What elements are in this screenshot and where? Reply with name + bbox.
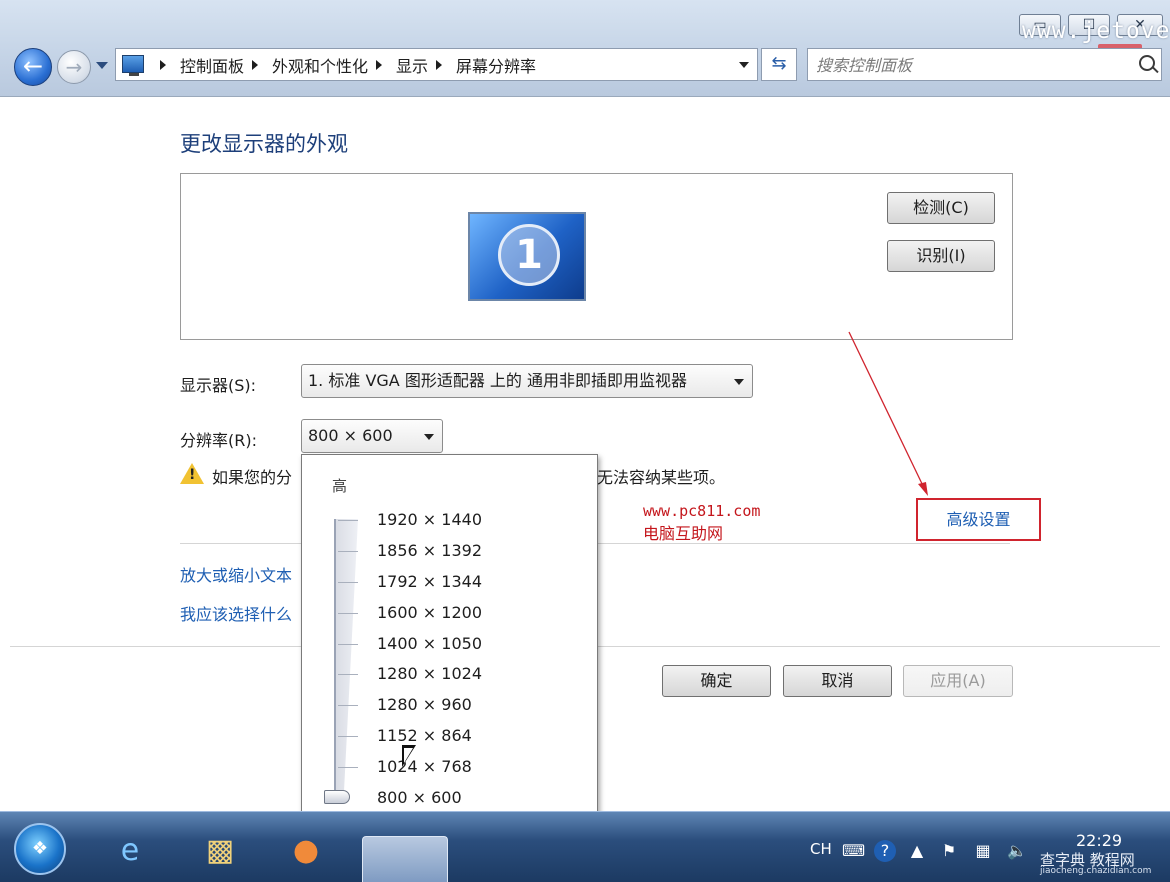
breadcrumb-control-panel[interactable]: 控制面板 — [180, 53, 244, 77]
display-select-value: 1. 标准 VGA 图形适配器 上的 通用非即插即用监视器 — [308, 371, 687, 390]
resolution-option[interactable]: 1920 × 1440 — [377, 510, 482, 529]
active-window-taskbar-button[interactable] — [362, 836, 448, 882]
resolution-option[interactable]: 1600 × 1200 — [377, 603, 482, 622]
text-size-link[interactable]: 放大或缩小文本 — [180, 562, 292, 586]
slider-tick — [338, 613, 358, 614]
advanced-settings-link[interactable]: 高级设置 — [918, 500, 1039, 539]
window-chrome: ▭ ☐ ✕ www.jetove 教育 ← → 控制面板 外观和个性化 显示 屏… — [0, 0, 1170, 97]
monitor-icon[interactable]: 1 — [468, 212, 586, 301]
resolution-slider-track[interactable] — [334, 519, 358, 799]
search-input[interactable] — [816, 53, 1116, 77]
warning-text-end: 无法容纳某些项。 — [597, 468, 726, 487]
breadcrumb-separator-icon[interactable] — [376, 59, 383, 70]
help-icon[interactable]: ? — [874, 840, 896, 862]
keyboard-icon[interactable]: ⌨ — [842, 840, 865, 862]
resolution-option[interactable]: 1280 × 1024 — [377, 664, 482, 683]
resolution-option[interactable]: 1280 × 960 — [377, 695, 472, 714]
monitor-preview-panel: 1 检测(C) 识别(I) — [180, 173, 1013, 340]
resolution-select-value: 800 × 600 — [308, 426, 393, 445]
slider-tick — [338, 674, 358, 675]
arrow-right-icon: → — [65, 55, 83, 79]
volume-muted-icon[interactable]: 🔈 — [1006, 840, 1028, 862]
address-bar[interactable]: 控制面板 外观和个性化 显示 屏幕分辨率 — [115, 48, 758, 81]
network-icon[interactable]: ▦ — [972, 840, 994, 862]
cancel-button[interactable]: 取消 — [783, 665, 892, 697]
forward-button[interactable]: → — [57, 50, 91, 84]
slider-tick — [338, 582, 358, 583]
resolution-slider-thumb[interactable] — [324, 790, 350, 804]
breadcrumb-display[interactable]: 显示 — [396, 53, 428, 77]
clock-time[interactable]: 22:29 — [1076, 831, 1122, 850]
control-panel-icon — [122, 55, 144, 76]
internet-explorer-icon[interactable]: e — [106, 828, 154, 874]
high-label: 高 — [332, 477, 348, 495]
resolution-option[interactable]: 1792 × 1344 — [377, 572, 482, 591]
chevron-down-icon — [734, 379, 744, 385]
page-title: 更改显示器的外观 — [180, 132, 348, 156]
breadcrumb: 控制面板 外观和个性化 显示 屏幕分辨率 — [152, 49, 536, 80]
warning-text-start: 如果您的分 — [212, 468, 293, 487]
explorer-folder-icon[interactable]: ▩ — [196, 828, 244, 874]
which-setting-link[interactable]: 我应该选择什么 — [180, 601, 292, 625]
slider-tick — [338, 736, 358, 737]
slider-tick — [338, 551, 358, 552]
action-center-flag-icon[interactable]: ⚑ — [938, 840, 960, 862]
display-label: 显示器(S): — [180, 376, 257, 395]
resolution-option[interactable]: 1152 × 864 — [377, 726, 472, 745]
resolution-option-selected[interactable]: 800 × 600 — [377, 788, 462, 807]
slider-tick — [338, 767, 358, 768]
input-language[interactable]: CH — [810, 840, 832, 858]
windows-logo-icon: ❖ — [31, 838, 49, 859]
start-button[interactable]: ❖ — [14, 823, 66, 875]
detect-button[interactable]: 检测(C) — [887, 192, 995, 224]
corner-watermark-url: jiaocheng.chazidian.com — [1040, 866, 1152, 876]
refresh-icon: ⇆ — [771, 53, 787, 74]
ok-button[interactable]: 确定 — [662, 665, 771, 697]
slider-tick — [338, 644, 358, 645]
back-button[interactable]: ← — [14, 48, 52, 86]
recent-pages-chevron-down-icon[interactable] — [96, 62, 108, 69]
watermark-url: www.pc811.com — [643, 502, 761, 520]
refresh-button[interactable]: ⇆ — [761, 48, 797, 81]
breadcrumb-separator-icon[interactable] — [252, 59, 259, 70]
resolution-option[interactable]: 1024 × 768 — [377, 757, 472, 776]
resolution-slider-rail — [334, 519, 336, 799]
resolution-option[interactable]: 1400 × 1050 — [377, 634, 482, 653]
taskbar — [0, 811, 1170, 882]
resolution-select[interactable]: 800 × 600 — [301, 419, 443, 453]
slider-tick — [338, 705, 358, 706]
search-box[interactable] — [807, 48, 1162, 81]
media-player-icon[interactable]: ● — [286, 828, 326, 874]
address-dropdown-chevron-down-icon[interactable] — [739, 62, 749, 68]
slider-tick — [338, 520, 358, 521]
breadcrumb-appearance[interactable]: 外观和个性化 — [272, 53, 368, 77]
breadcrumb-screen-resolution[interactable]: 屏幕分辨率 — [456, 53, 536, 77]
warning-icon — [180, 463, 204, 484]
search-icon[interactable] — [1139, 55, 1155, 71]
display-select[interactable]: 1. 标准 VGA 图形适配器 上的 通用非即插即用监视器 — [301, 364, 753, 398]
show-hidden-icons-icon[interactable]: ▲ — [906, 840, 928, 862]
advanced-settings-highlight: 高级设置 — [916, 498, 1041, 541]
resolution-label: 分辨率(R): — [180, 431, 257, 450]
breadcrumb-separator-icon[interactable] — [436, 59, 443, 70]
mouse-cursor-icon — [402, 745, 416, 767]
apply-button[interactable]: 应用(A) — [903, 665, 1013, 697]
watermark-url-top: www.jetove — [1022, 18, 1170, 44]
breadcrumb-separator-icon[interactable] — [160, 59, 166, 70]
watermark-site-name: 电脑互助网 — [643, 524, 724, 543]
chevron-down-icon — [424, 434, 434, 440]
monitor-number: 1 — [498, 224, 560, 286]
identify-button[interactable]: 识别(I) — [887, 240, 995, 272]
arrow-left-icon: ← — [22, 52, 44, 80]
resolution-dropdown-popup[interactable]: 高 1920 × 1440 1856 × 1392 1792 × 1344 16… — [301, 454, 598, 861]
resolution-option[interactable]: 1856 × 1392 — [377, 541, 482, 560]
